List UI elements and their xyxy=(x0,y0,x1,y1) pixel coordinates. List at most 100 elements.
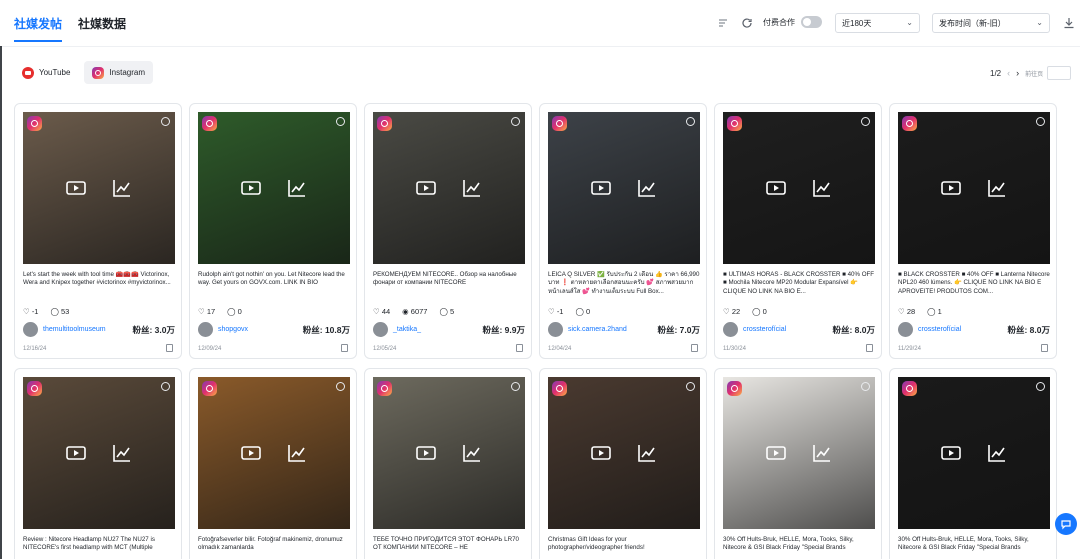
sort-value: 发布时间（新-旧） xyxy=(939,18,1006,28)
trend-chart-icon[interactable] xyxy=(811,177,833,199)
post-card[interactable]: LEICA Q SILVER ✅ รับประกัน 2 เดือน 👍 ราค… xyxy=(539,103,707,359)
post-thumbnail[interactable] xyxy=(373,377,525,529)
post-thumbnail[interactable] xyxy=(198,112,350,264)
avatar[interactable] xyxy=(23,322,38,337)
post-card[interactable]: Fotoğrafseverler bilir. Fotoğraf makinem… xyxy=(189,368,357,559)
post-card[interactable]: ■ BLACK CROSSTER ■ 40% OFF ■ Lanterna Ni… xyxy=(889,103,1057,359)
trend-chart-icon[interactable] xyxy=(286,177,308,199)
video-icon[interactable] xyxy=(65,442,87,464)
author-handle[interactable]: themultitoolmuseum xyxy=(43,326,132,333)
video-icon[interactable] xyxy=(940,442,962,464)
video-icon[interactable] xyxy=(240,442,262,464)
avatar[interactable] xyxy=(548,322,563,337)
select-radio[interactable] xyxy=(686,382,695,391)
post-caption: ТЕБЕ ТОЧНО ПРИГОДИТСЯ ЭТОТ ФОНАРЬ LR70 О… xyxy=(373,536,519,552)
download-icon[interactable] xyxy=(1062,16,1076,30)
post-card[interactable]: Let's start the week with tool time 🧰🧰🧰 … xyxy=(14,103,182,359)
author-handle[interactable]: crossterofícial xyxy=(918,326,1007,333)
platform-youtube[interactable]: YouTube xyxy=(14,61,78,84)
trend-chart-icon[interactable] xyxy=(461,442,483,464)
avatar[interactable] xyxy=(723,322,738,337)
post-card[interactable]: Review : Nitecore Headlamp NU27 The NU27… xyxy=(14,368,182,559)
avatar[interactable] xyxy=(373,322,388,337)
video-icon[interactable] xyxy=(590,177,612,199)
copy-icon[interactable] xyxy=(166,344,173,352)
avatar[interactable] xyxy=(898,322,913,337)
post-thumbnail[interactable] xyxy=(548,377,700,529)
select-radio[interactable] xyxy=(861,382,870,391)
goto-page-input[interactable] xyxy=(1047,66,1072,80)
post-thumbnail[interactable] xyxy=(898,377,1050,529)
copy-icon[interactable] xyxy=(691,344,698,352)
author-handle[interactable]: shopgovx xyxy=(218,326,303,333)
select-radio[interactable] xyxy=(511,382,520,391)
refresh-icon[interactable] xyxy=(740,16,754,30)
video-icon[interactable] xyxy=(415,442,437,464)
video-icon[interactable] xyxy=(765,442,787,464)
post-card[interactable]: 30% Off Hults-Bruk, HELLE, Mora, Tooks, … xyxy=(714,368,882,559)
post-card[interactable]: РЕКОМЕНДУЕМ NITECORE.. Обзор на налобные… xyxy=(364,103,532,359)
avatar[interactable] xyxy=(198,322,213,337)
post-card[interactable]: Rudolph ain't got nothin' on you. Let Ni… xyxy=(189,103,357,359)
trend-chart-icon[interactable] xyxy=(636,177,658,199)
author-handle[interactable]: _taktika_ xyxy=(393,326,482,333)
trend-chart-icon[interactable] xyxy=(636,442,658,464)
post-stats: ♡ 17 ◯ 0 xyxy=(198,307,254,316)
select-radio[interactable] xyxy=(861,117,870,126)
post-thumbnail[interactable] xyxy=(23,377,175,529)
post-thumbnail[interactable] xyxy=(723,377,875,529)
post-card[interactable]: 30% Off Hults-Bruk, HELLE, Mora, Tooks, … xyxy=(889,368,1057,559)
author-handle[interactable]: sick.camera.2hand xyxy=(568,326,657,333)
select-radio[interactable] xyxy=(161,382,170,391)
post-thumbnail[interactable] xyxy=(23,112,175,264)
post-thumbnail[interactable] xyxy=(198,377,350,529)
video-icon[interactable] xyxy=(240,177,262,199)
pagination: 1/2 ‹ › 前往页 xyxy=(990,66,1072,80)
prev-page-icon[interactable]: ‹ xyxy=(1007,68,1010,78)
next-page-icon[interactable]: › xyxy=(1016,68,1019,78)
copy-icon[interactable] xyxy=(341,344,348,352)
video-icon[interactable] xyxy=(590,442,612,464)
post-author: themultitoolmuseum 粉丝: 3.0万 xyxy=(23,321,175,338)
trend-chart-icon[interactable] xyxy=(461,177,483,199)
paid-collab-toggle[interactable] xyxy=(801,16,822,28)
trend-chart-icon[interactable] xyxy=(111,442,133,464)
select-radio[interactable] xyxy=(336,117,345,126)
post-author: sick.camera.2hand 粉丝: 7.0万 xyxy=(548,321,700,338)
select-radio[interactable] xyxy=(1036,117,1045,126)
select-radio[interactable] xyxy=(1036,382,1045,391)
trend-chart-icon[interactable] xyxy=(811,442,833,464)
video-icon[interactable] xyxy=(415,177,437,199)
help-chat-button[interactable] xyxy=(1055,513,1077,535)
tab-social-data[interactable]: 社媒数据 xyxy=(78,0,126,46)
video-icon[interactable] xyxy=(765,177,787,199)
trend-chart-icon[interactable] xyxy=(286,442,308,464)
sort-select[interactable]: 发布时间（新-旧） ⌄ xyxy=(932,13,1050,33)
sort-icon[interactable] xyxy=(716,16,730,30)
copy-icon[interactable] xyxy=(1041,344,1048,352)
post-thumbnail[interactable] xyxy=(723,112,875,264)
post-thumbnail[interactable] xyxy=(548,112,700,264)
select-radio[interactable] xyxy=(511,117,520,126)
select-radio[interactable] xyxy=(336,382,345,391)
views-count: ◉ 6077 xyxy=(402,307,428,316)
video-icon[interactable] xyxy=(65,177,87,199)
trend-chart-icon[interactable] xyxy=(111,177,133,199)
post-card[interactable]: ■ ÚLTIMAS HORAS - BLACK CROSSTER ■ 40% O… xyxy=(714,103,882,359)
post-card[interactable]: ТЕБЕ ТОЧНО ПРИГОДИТСЯ ЭТОТ ФОНАРЬ LR70 О… xyxy=(364,368,532,559)
video-icon[interactable] xyxy=(940,177,962,199)
trend-chart-icon[interactable] xyxy=(986,442,1008,464)
platform-instagram[interactable]: Instagram xyxy=(84,61,154,84)
post-thumbnail[interactable] xyxy=(898,112,1050,264)
tab-social-posts[interactable]: 社媒发帖 xyxy=(14,0,63,46)
author-handle[interactable]: crossterofícial xyxy=(743,326,832,333)
post-card[interactable]: Christmas Gift Ideas for your photograph… xyxy=(539,368,707,559)
select-radio[interactable] xyxy=(686,117,695,126)
trend-chart-icon[interactable] xyxy=(986,177,1008,199)
copy-icon[interactable] xyxy=(866,344,873,352)
post-stats: ♡ -1 ◯ 0 xyxy=(548,307,602,316)
copy-icon[interactable] xyxy=(516,344,523,352)
select-radio[interactable] xyxy=(161,117,170,126)
date-range-select[interactable]: 近180天 ⌄ xyxy=(835,13,920,33)
post-thumbnail[interactable] xyxy=(373,112,525,264)
